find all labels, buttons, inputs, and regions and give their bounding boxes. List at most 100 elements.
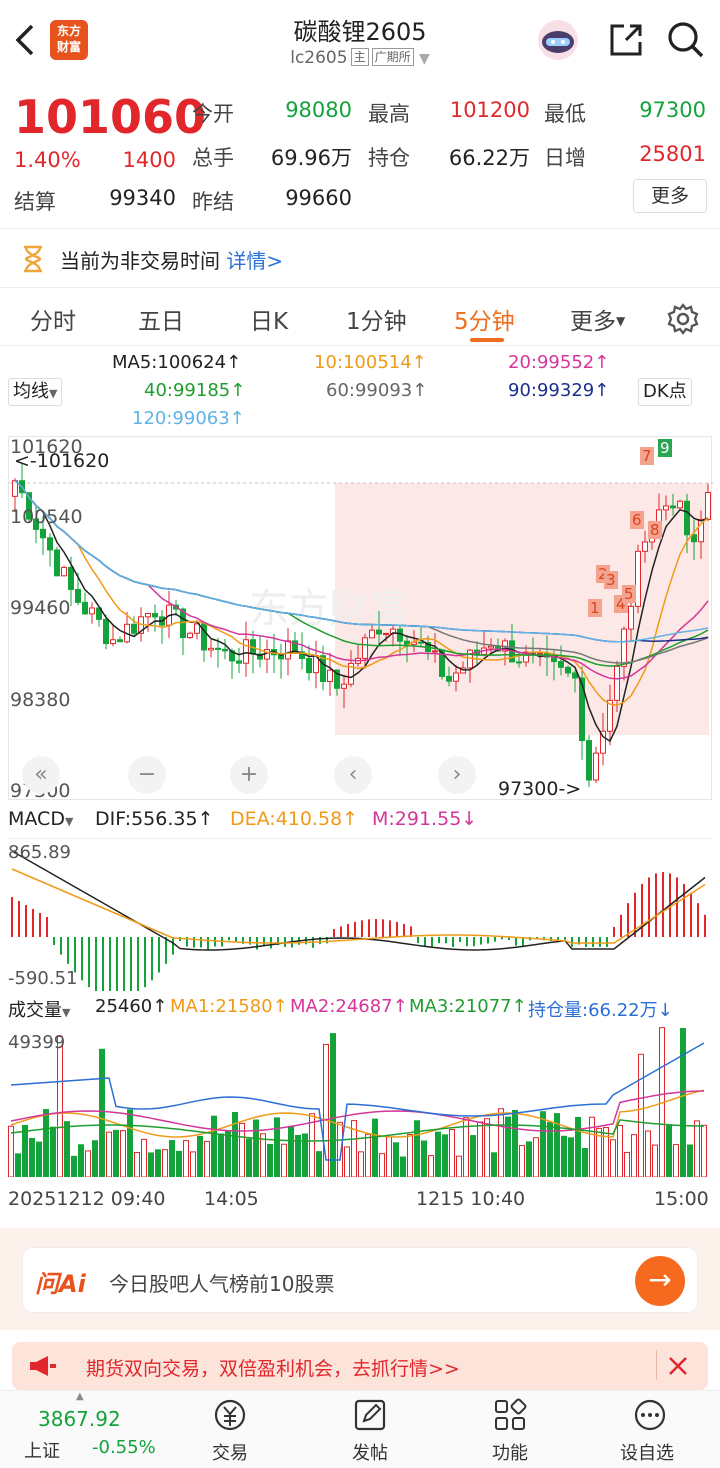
volume-bar <box>442 1134 448 1178</box>
ma20-legend: 20:99552↑ <box>508 352 610 373</box>
candle-body <box>145 613 151 618</box>
volume-bar <box>176 1150 182 1178</box>
volume-bar <box>421 1140 427 1178</box>
volume-bar <box>288 1125 294 1178</box>
volume-bar <box>358 1151 364 1178</box>
candle-body <box>614 665 620 701</box>
index-value[interactable]: 3867.92 <box>38 1407 121 1431</box>
nav-post[interactable]: 发帖 <box>352 1439 388 1465</box>
macd-selector[interactable]: MACD▼ <box>8 808 73 830</box>
edit-post-icon[interactable] <box>352 1397 388 1433</box>
arrow-right-icon[interactable]: → <box>635 1256 685 1306</box>
volume-bar <box>204 1140 210 1178</box>
volume-bar <box>50 1126 56 1178</box>
more-button[interactable]: 更多 <box>633 179 707 213</box>
tab-more[interactable]: 更多▼ <box>570 302 625 336</box>
ma-selector[interactable]: 均线▼ <box>8 378 63 406</box>
macd-chart[interactable] <box>8 838 712 1000</box>
volume-bar <box>386 1136 392 1178</box>
gear-icon[interactable] <box>666 302 700 336</box>
low-marker: 97300-> <box>498 778 582 800</box>
search-icon[interactable] <box>664 18 708 62</box>
volume-bar <box>414 1120 420 1178</box>
tab-5min[interactable]: 5分钟 <box>454 302 515 336</box>
share-icon[interactable] <box>604 18 648 62</box>
candle-body <box>68 566 74 590</box>
ma90-legend: 90:99329↑ <box>508 380 610 401</box>
tab-1min[interactable]: 1分钟 <box>346 302 407 336</box>
volume-bar <box>701 1124 707 1178</box>
signal-number: 1 <box>590 599 600 617</box>
volume-selector[interactable]: 成交量▼ <box>8 996 70 1022</box>
tab-five-day[interactable]: 五日 <box>138 302 184 336</box>
candle-body <box>320 655 326 682</box>
ma-selector-label: 均线 <box>13 381 49 402</box>
candle-body <box>684 500 690 536</box>
trade-icon[interactable] <box>212 1397 248 1433</box>
expand-up-icon[interactable]: ▲ <box>76 1391 84 1402</box>
volume-ma2: MA2:24687↑ <box>290 996 408 1017</box>
candle-body <box>152 613 158 618</box>
volume-bar <box>512 1109 518 1178</box>
x-label-4: 15:00 <box>654 1188 709 1210</box>
volume-bar <box>491 1152 497 1178</box>
candle-body <box>54 549 60 577</box>
notice-message: 当前为非交易时间 <box>60 249 220 273</box>
candlestick-chart[interactable]: 东方财富 1 2 3 4 5 6 7 8 9 <box>8 436 713 800</box>
volume-bar <box>330 1033 336 1178</box>
candle-body <box>397 628 403 642</box>
robot-avatar-icon[interactable] <box>536 18 580 62</box>
nav-trade[interactable]: 交易 <box>212 1439 248 1465</box>
volume-bar <box>435 1131 441 1178</box>
dk-points-button[interactable]: DK点 <box>638 378 692 406</box>
macd-y-top: 865.89 <box>8 842 71 863</box>
scroll-right-button[interactable]: › <box>438 756 476 794</box>
tab-daily-k[interactable]: 日K <box>250 302 288 336</box>
candle-body <box>635 550 641 607</box>
candle-body <box>362 637 368 659</box>
volume-bar <box>218 1133 224 1178</box>
volume-bar <box>652 1144 658 1178</box>
candle-body <box>376 629 382 635</box>
volume-bar <box>15 1153 21 1178</box>
volume-bar <box>211 1115 217 1178</box>
scroll-left-button[interactable]: ‹ <box>334 756 372 794</box>
macd-selector-label: MACD <box>8 808 65 830</box>
close-icon[interactable] <box>666 1354 690 1378</box>
active-tab-indicator <box>470 338 504 342</box>
candle-body <box>82 601 88 615</box>
nav-add-watchlist[interactable]: 设自选 <box>620 1439 674 1465</box>
index-name: 上证 <box>24 1441 60 1462</box>
tab-intraday[interactable]: 分时 <box>30 302 76 336</box>
y-label-2: 100540 <box>10 506 83 528</box>
volume-chart[interactable] <box>8 1025 712 1178</box>
trading-notice[interactable]: 当前为非交易时间 详情> <box>0 228 720 288</box>
volume-bar <box>253 1119 259 1178</box>
candle-body <box>103 618 109 645</box>
promo-banner[interactable]: 期货双向交易，双倍盈利机会，去抓行情>> <box>12 1342 708 1390</box>
change-amount: 1400 <box>122 148 176 172</box>
notice-details-link[interactable]: 详情> <box>226 249 283 273</box>
nav-functions[interactable]: 功能 <box>492 1439 528 1465</box>
candle-body <box>285 640 291 660</box>
caret-down-icon: ▼ <box>616 314 626 328</box>
volume-bar <box>71 1155 77 1178</box>
volume-bar <box>666 1125 672 1178</box>
y-label-3: 99460 <box>10 597 71 619</box>
candle-body <box>383 632 389 635</box>
volume-bar <box>344 1146 350 1178</box>
high-marker: <-101620 <box>14 450 110 472</box>
volume-bar <box>85 1150 91 1178</box>
volume-bar <box>519 1145 525 1178</box>
dropdown-arrow-icon[interactable]: ▼ <box>419 51 430 67</box>
volume-bar <box>582 1147 588 1178</box>
grid-apps-icon[interactable] <box>492 1397 528 1433</box>
macd-dea-line <box>11 868 706 944</box>
volume-bar <box>92 1140 98 1178</box>
more-dots-icon[interactable] <box>632 1397 668 1433</box>
zoom-in-button[interactable]: + <box>230 756 268 794</box>
ai-search-box[interactable]: 问Ai 今日股吧人气榜前10股票 → <box>22 1247 698 1313</box>
zoom-out-button[interactable]: − <box>128 756 166 794</box>
scroll-left-fast-button[interactable]: « <box>22 756 60 794</box>
volume-bar <box>449 1129 455 1178</box>
